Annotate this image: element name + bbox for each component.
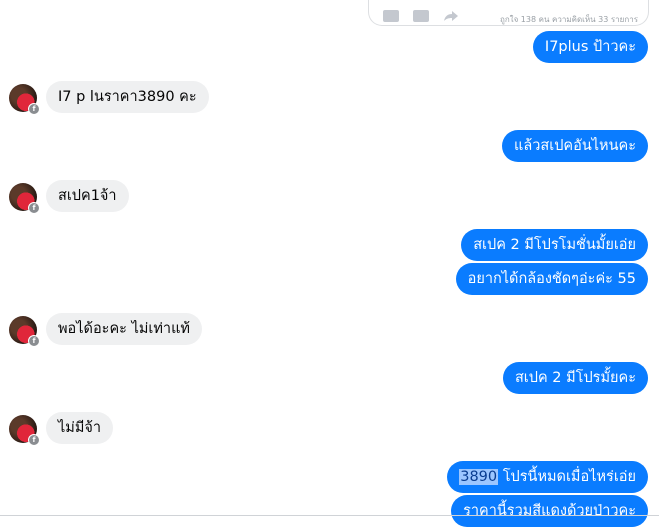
- messenger-badge-icon: f: [28, 434, 40, 446]
- post-stats: ถูกใจ 138 คน ความคิดเห็น 33 รายการ: [499, 15, 638, 24]
- post-actions: [383, 10, 459, 22]
- avatar[interactable]: f: [9, 84, 40, 115]
- comment-icon[interactable]: [413, 10, 429, 22]
- messenger-badge-icon: f: [28, 202, 40, 214]
- message-row: สเปค 2 มีโปรมั้ยคะ: [0, 362, 659, 396]
- avatar[interactable]: f: [9, 415, 40, 446]
- message-row: แล้วสเปคอันไหนคะ: [0, 130, 659, 164]
- messenger-badge-icon: f: [28, 103, 40, 115]
- message-thread: ถูกใจ 138 คน ความคิดเห็น 33 รายการ I7plu…: [0, 0, 659, 527]
- avatar[interactable]: f: [9, 183, 40, 214]
- message-row: I7plus ป้าวคะ: [0, 31, 659, 65]
- incoming-message[interactable]: สเปค1จ้า: [46, 180, 129, 212]
- outgoing-message[interactable]: สเปค 2 มีโปรมั้ยคะ: [502, 362, 648, 394]
- outgoing-message[interactable]: I7plus ป้าวคะ: [532, 31, 648, 63]
- message-row: ราคานี้รวมสีแดงด้วยป่าวคะ: [0, 495, 659, 529]
- messenger-badge-icon: f: [28, 335, 40, 347]
- message-text: โปรนี้หมดเมื่อไหร่เอ่ย: [498, 469, 636, 485]
- share-icon[interactable]: [443, 10, 459, 22]
- incoming-message[interactable]: พอได้อะคะ ไม่เท่าแท้: [46, 313, 202, 345]
- outgoing-message[interactable]: 3890 โปรนี้หมดเมื่อไหร่เอ่ย: [447, 461, 648, 493]
- outgoing-message[interactable]: แล้วสเปคอันไหนคะ: [502, 130, 648, 162]
- incoming-message[interactable]: ไม่มีจ้า: [46, 412, 114, 444]
- outgoing-message[interactable]: ราคานี้รวมสีแดงด้วยป่าวคะ: [451, 495, 648, 527]
- message-row: สเปค 2 มีโปรโมชั่นมั้ยเอ่ย: [0, 229, 659, 263]
- message-row: f สเปค1จ้า: [0, 180, 659, 214]
- selected-text[interactable]: 3890: [459, 469, 499, 485]
- outgoing-message[interactable]: อยากได้กล้องชัดๆอ่ะค่ะ 55: [455, 263, 648, 295]
- shared-post-card[interactable]: ถูกใจ 138 คน ความคิดเห็น 33 รายการ: [368, 0, 649, 26]
- incoming-message[interactable]: I7 p lนราคา3890 คะ: [46, 81, 209, 113]
- message-row: อยากได้กล้องชัดๆอ่ะค่ะ 55: [0, 263, 659, 297]
- message-row: 3890 โปรนี้หมดเมื่อไหร่เอ่ย: [0, 461, 659, 495]
- avatar[interactable]: f: [9, 316, 40, 347]
- message-row: f พอได้อะคะ ไม่เท่าแท้: [0, 313, 659, 347]
- message-row: f I7 p lนราคา3890 คะ: [0, 81, 659, 115]
- like-icon[interactable]: [383, 10, 399, 22]
- outgoing-message[interactable]: สเปค 2 มีโปรโมชั่นมั้ยเอ่ย: [461, 229, 648, 261]
- message-row: f ไม่มีจ้า: [0, 412, 659, 446]
